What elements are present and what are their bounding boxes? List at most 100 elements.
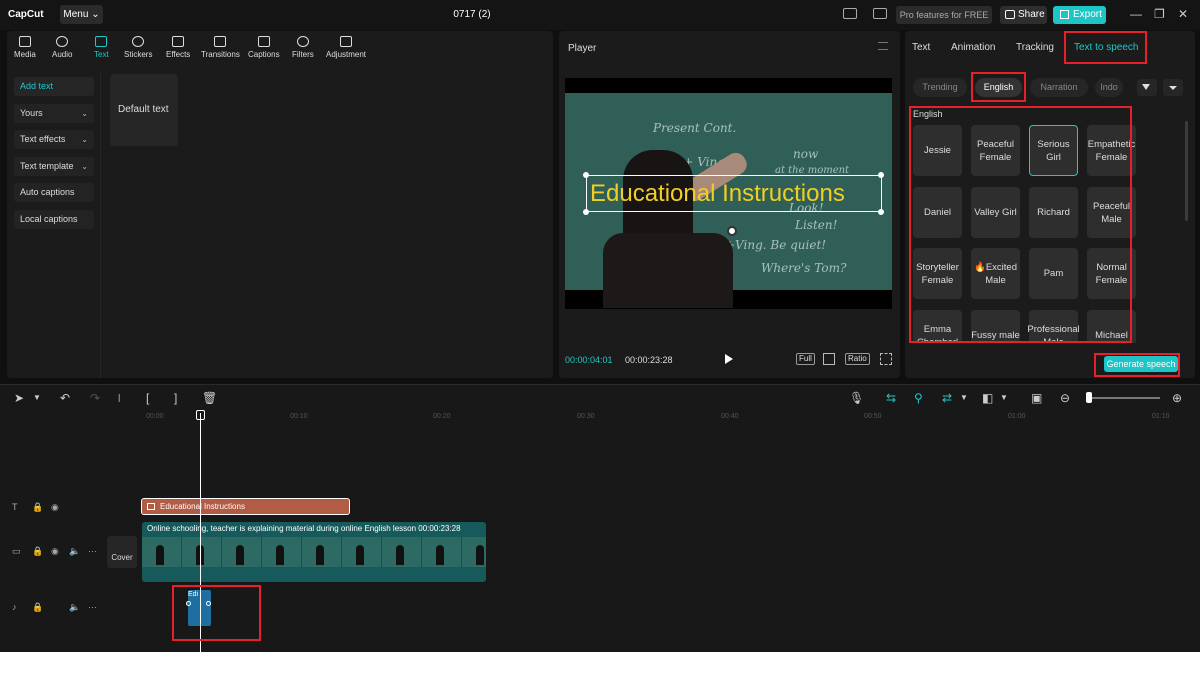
fullscreen-icon[interactable] bbox=[880, 353, 892, 365]
voice-card[interactable]: 🔥Excited Male bbox=[971, 248, 1020, 299]
text-clip[interactable]: Educational Instructions bbox=[141, 498, 350, 515]
layout-icon[interactable] bbox=[843, 8, 857, 19]
voice-card[interactable]: Michael bbox=[1087, 310, 1136, 343]
sidebar-item-auto-captions[interactable]: Auto captions bbox=[14, 183, 94, 202]
tab-stickers[interactable]: Stickers bbox=[124, 36, 152, 59]
zoom-slider-thumb[interactable] bbox=[1086, 392, 1092, 403]
video-preview[interactable]: Present Cont. am + Ving now at the momen… bbox=[565, 78, 892, 309]
eye-icon[interactable]: ◉ bbox=[51, 502, 59, 513]
eye-icon[interactable]: ◉ bbox=[51, 546, 59, 557]
trim-right-icon[interactable]: ] bbox=[174, 392, 177, 404]
tab-captions[interactable]: Captions bbox=[248, 36, 280, 59]
share-button[interactable]: Share bbox=[1000, 6, 1047, 24]
filter-narration[interactable]: Narration bbox=[1030, 78, 1088, 97]
sidebar-item-local-captions[interactable]: Local captions bbox=[14, 210, 94, 229]
magnet-icon[interactable]: ⚲ bbox=[914, 392, 923, 404]
minimize-icon[interactable]: — bbox=[1130, 7, 1142, 21]
filter-english[interactable]: English bbox=[975, 78, 1022, 97]
crop-icon[interactable] bbox=[823, 353, 835, 365]
voice-card[interactable]: Normal Female bbox=[1087, 248, 1136, 299]
filter-trending[interactable]: Trending bbox=[913, 78, 967, 97]
voice-card[interactable]: Professional Male bbox=[1027, 310, 1080, 343]
keyboard-icon[interactable] bbox=[873, 8, 887, 19]
voice-card[interactable]: Daniel bbox=[913, 187, 962, 238]
volume-icon[interactable]: 🔈 bbox=[69, 546, 80, 557]
voice-card[interactable]: Peaceful Male bbox=[1087, 187, 1136, 238]
chevron-down-icon[interactable]: ▼ bbox=[1000, 392, 1008, 404]
zoom-slider[interactable] bbox=[1090, 397, 1160, 399]
resize-handle[interactable] bbox=[583, 172, 589, 178]
tab-effects[interactable]: Effects bbox=[166, 36, 190, 59]
playhead[interactable] bbox=[200, 413, 201, 652]
tab-text[interactable]: Text bbox=[94, 36, 109, 59]
voice-card[interactable]: Richard bbox=[1029, 187, 1078, 238]
voice-card[interactable]: Serious Girl bbox=[1029, 125, 1078, 176]
clip-handle[interactable] bbox=[186, 601, 191, 606]
tab-media[interactable]: Media bbox=[14, 36, 36, 59]
snap-icon[interactable]: ⇄ bbox=[942, 392, 952, 404]
link-icon[interactable]: ⇆ bbox=[886, 392, 896, 404]
tab-audio[interactable]: Audio bbox=[52, 36, 72, 59]
lock-icon[interactable]: 🔒 bbox=[32, 502, 43, 513]
lock-icon[interactable]: 🔒 bbox=[32, 602, 43, 613]
filter-indo[interactable]: Indo bbox=[1095, 78, 1123, 97]
menu-icon[interactable] bbox=[878, 42, 888, 50]
tab-transitions[interactable]: Transitions bbox=[201, 36, 240, 59]
voice-card[interactable]: Storyteller Female bbox=[913, 248, 962, 299]
rotate-icon[interactable] bbox=[727, 226, 737, 236]
select-cursor-icon[interactable]: ➤ bbox=[14, 392, 24, 404]
zoom-out-icon[interactable]: ⊖ bbox=[1060, 392, 1070, 404]
volume-icon[interactable]: 🔈 bbox=[69, 602, 80, 613]
more-icon[interactable]: ··· bbox=[88, 546, 97, 556]
trim-left-icon[interactable]: [ bbox=[146, 392, 149, 404]
generate-speech-button[interactable]: Generate speech bbox=[1104, 356, 1178, 372]
close-icon[interactable]: ✕ bbox=[1178, 7, 1188, 21]
ratio-button[interactable]: Ratio bbox=[845, 353, 870, 365]
full-button[interactable]: Full bbox=[796, 353, 815, 365]
undo-icon[interactable]: ↶ bbox=[60, 392, 70, 404]
time-ruler[interactable]: 00:00 00:10 00:20 00:30 00:40 00:50 01:0… bbox=[0, 411, 1200, 425]
voice-card[interactable]: Emma Chamberl bbox=[913, 310, 962, 343]
pro-features-button[interactable]: Pro features for FREE bbox=[896, 6, 992, 24]
tab-adjustment[interactable]: Adjustment bbox=[326, 36, 366, 59]
filter-icon[interactable] bbox=[1137, 79, 1157, 96]
restore-icon[interactable]: ❐ bbox=[1154, 7, 1165, 21]
delete-icon[interactable]: 🗑 bbox=[202, 392, 217, 404]
voice-card[interactable]: Jessie bbox=[913, 125, 962, 176]
voice-card[interactable]: Fussy male bbox=[971, 310, 1020, 343]
cover-button[interactable]: Cover bbox=[107, 536, 137, 568]
clip-handle[interactable] bbox=[206, 601, 211, 606]
redo-icon[interactable]: ↷ bbox=[90, 392, 100, 404]
tab-text[interactable]: Text bbox=[912, 42, 930, 53]
voice-card[interactable]: Valley Girl bbox=[971, 187, 1020, 238]
default-text-card[interactable]: Default text bbox=[110, 74, 178, 146]
export-button[interactable]: Export bbox=[1053, 6, 1106, 24]
chevron-down-icon[interactable]: ▼ bbox=[960, 392, 968, 404]
chevron-down-icon[interactable]: ▼ bbox=[33, 392, 41, 404]
voice-card[interactable]: Pam bbox=[1029, 248, 1078, 299]
split-icon[interactable]: ⧘ bbox=[118, 392, 121, 404]
more-icon[interactable]: ··· bbox=[88, 602, 97, 612]
tab-tracking[interactable]: Tracking bbox=[1016, 42, 1054, 53]
chevron-down-icon[interactable] bbox=[1163, 79, 1183, 96]
overlay-text-box[interactable]: Educational Instructions bbox=[586, 175, 882, 212]
menu-button[interactable]: Menu ⌄ bbox=[60, 5, 103, 24]
voice-card[interactable]: Empathetic Female bbox=[1087, 125, 1136, 176]
resize-handle[interactable] bbox=[878, 172, 884, 178]
preview-axis-icon[interactable]: ▣ bbox=[1031, 392, 1042, 404]
tab-filters[interactable]: Filters bbox=[292, 36, 314, 59]
resize-handle[interactable] bbox=[583, 209, 589, 215]
zoom-in-icon[interactable]: ⊕ bbox=[1172, 392, 1182, 404]
voice-card[interactable]: Peaceful Female bbox=[971, 125, 1020, 176]
resize-handle[interactable] bbox=[878, 209, 884, 215]
microphone-icon[interactable]: 🎙 bbox=[849, 392, 864, 404]
tab-text-to-speech[interactable]: Text to speech bbox=[1074, 42, 1138, 53]
compare-icon[interactable]: ◧ bbox=[982, 392, 993, 404]
tab-animation[interactable]: Animation bbox=[951, 42, 995, 53]
voice-scrollbar[interactable] bbox=[1185, 121, 1188, 221]
sidebar-item-text-effects[interactable]: Text effects ⌄ bbox=[14, 130, 94, 149]
sidebar-item-text-template[interactable]: Text template ⌄ bbox=[14, 157, 94, 176]
play-icon[interactable] bbox=[725, 354, 733, 364]
sidebar-item-yours[interactable]: Yours ⌄ bbox=[14, 104, 94, 123]
lock-icon[interactable]: 🔒 bbox=[32, 546, 43, 557]
